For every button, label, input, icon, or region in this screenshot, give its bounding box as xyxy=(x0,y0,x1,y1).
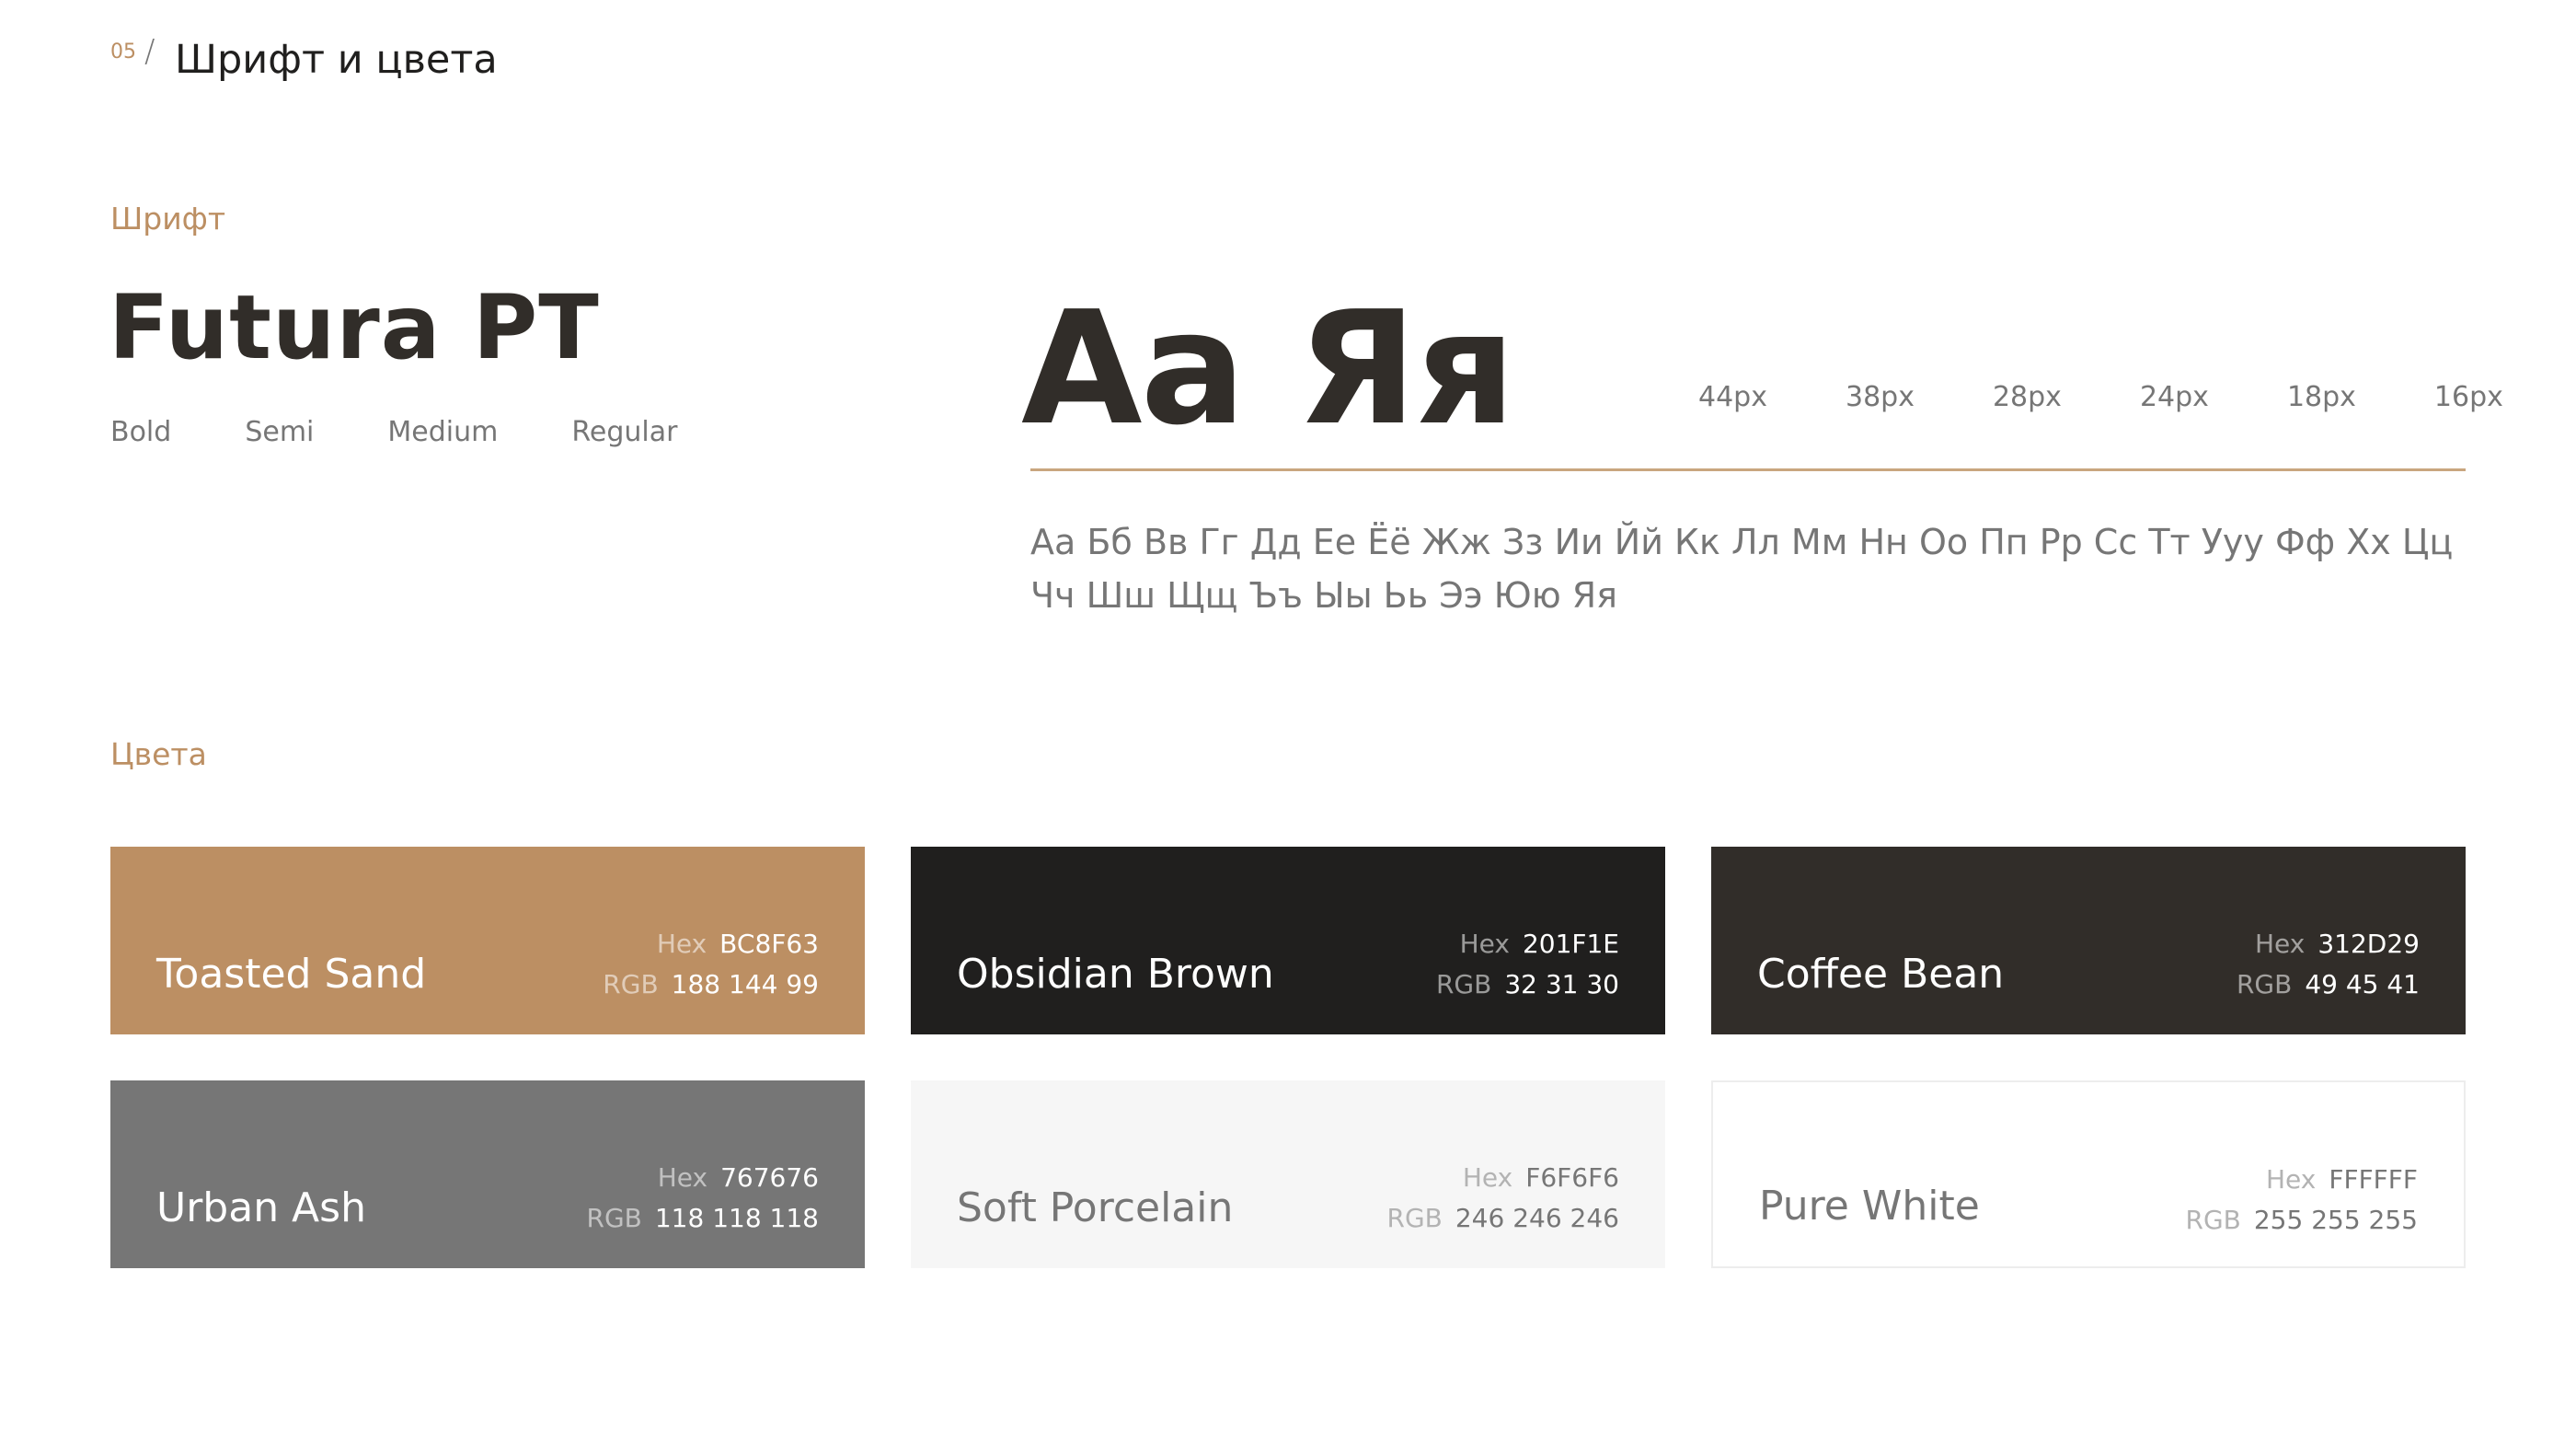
rgb-label: RGB xyxy=(603,969,659,999)
font-sizes-list: 44px 38px 28px 24px 18px 16px xyxy=(1698,381,2503,413)
font-divider xyxy=(1030,468,2466,471)
rgb-label: RGB xyxy=(2185,1205,2241,1235)
hex-value: FFFFFF xyxy=(2329,1164,2418,1195)
hex-value: 767676 xyxy=(720,1162,819,1193)
swatch-soft-porcelain: Soft Porcelain Hex F6F6F6 RGB 246 246 246 xyxy=(911,1080,1665,1268)
font-size-38: 38px xyxy=(1845,381,1915,413)
swatch-urban-ash: Urban Ash Hex 767676 RGB 118 118 118 xyxy=(110,1080,865,1268)
swatch-name: Soft Porcelain xyxy=(957,1184,1234,1231)
rgb-value: 118 118 118 xyxy=(654,1203,819,1233)
rgb-label: RGB xyxy=(586,1203,642,1233)
swatch-obsidian-brown: Obsidian Brown Hex 201F1E RGB 32 31 30 xyxy=(911,847,1665,1034)
swatch-codes: Hex 767676 RGB 118 118 118 xyxy=(586,1158,819,1239)
font-size-44: 44px xyxy=(1698,381,1767,413)
font-weight-bold: Bold xyxy=(110,416,172,448)
swatch-name: Urban Ash xyxy=(156,1184,366,1231)
hex-value: 201F1E xyxy=(1522,929,1619,959)
swatch-name: Toasted Sand xyxy=(156,951,427,998)
font-weights-list: Bold Semi Medium Regular xyxy=(110,416,751,448)
rgb-value: 246 246 246 xyxy=(1455,1203,1619,1233)
page-title: Шрифт и цвета xyxy=(175,37,498,83)
swatch-codes: Hex F6F6F6 RGB 246 246 246 xyxy=(1386,1158,1619,1239)
cyrillic-alphabet: Аа Бб Вв Гг Дд Ее Ёё Жж Зз Ии Йй Кк Лл М… xyxy=(1030,522,2454,616)
hex-value: 312D29 xyxy=(2317,929,2420,959)
hex-label: Hex xyxy=(657,1162,708,1193)
swatch-codes: Hex 312D29 RGB 49 45 41 xyxy=(2237,924,2420,1005)
swatch-name: Pure White xyxy=(1759,1183,1980,1230)
rgb-value: 188 144 99 xyxy=(671,969,819,999)
swatch-pure-white: Pure White Hex FFFFFF RGB 255 255 255 xyxy=(1711,1080,2466,1268)
section-number: 05 xyxy=(110,40,136,64)
font-size-24: 24px xyxy=(2139,381,2209,413)
glyph-sample: Аа Яя xyxy=(1021,278,1516,460)
rgb-value: 49 45 41 xyxy=(2305,969,2420,999)
hex-label: Hex xyxy=(656,929,707,959)
swatch-name: Coffee Bean xyxy=(1757,951,2005,998)
swatch-codes: Hex BC8F63 RGB 188 144 99 xyxy=(603,924,819,1005)
font-weight-medium: Medium xyxy=(387,416,499,448)
font-size-28: 28px xyxy=(1992,381,2062,413)
rgb-label: RGB xyxy=(1435,969,1492,999)
swatch-toasted-sand: Toasted Sand Hex BC8F63 RGB 188 144 99 xyxy=(110,847,865,1034)
swatch-codes: Hex 201F1E RGB 32 31 30 xyxy=(1436,924,1619,1005)
hex-label: Hex xyxy=(2266,1164,2317,1195)
hex-label: Hex xyxy=(2255,929,2306,959)
swatch-name: Obsidian Brown xyxy=(957,951,1274,998)
font-size-18: 18px xyxy=(2286,381,2356,413)
font-family-name: Futura PT xyxy=(109,276,600,379)
font-size-16: 16px xyxy=(2433,381,2503,413)
swatch-coffee-bean: Coffee Bean Hex 312D29 RGB 49 45 41 xyxy=(1711,847,2466,1034)
rgb-value: 255 255 255 xyxy=(2253,1205,2418,1235)
font-weight-semi: Semi xyxy=(245,416,315,448)
rgb-value: 32 31 30 xyxy=(1504,969,1619,999)
font-weight-regular: Regular xyxy=(571,416,678,448)
swatch-codes: Hex FFFFFF RGB 255 255 255 xyxy=(2185,1160,2418,1241)
hex-value: F6F6F6 xyxy=(1525,1162,1619,1193)
hex-value: BC8F63 xyxy=(719,929,819,959)
breadcrumb-separator: / xyxy=(144,33,155,70)
colors-section-label: Цвета xyxy=(110,736,207,772)
hex-label: Hex xyxy=(1459,929,1510,959)
font-section-label: Шрифт xyxy=(110,201,226,237)
hex-label: Hex xyxy=(1462,1162,1513,1193)
rgb-label: RGB xyxy=(2236,969,2293,999)
rgb-label: RGB xyxy=(1386,1203,1443,1233)
